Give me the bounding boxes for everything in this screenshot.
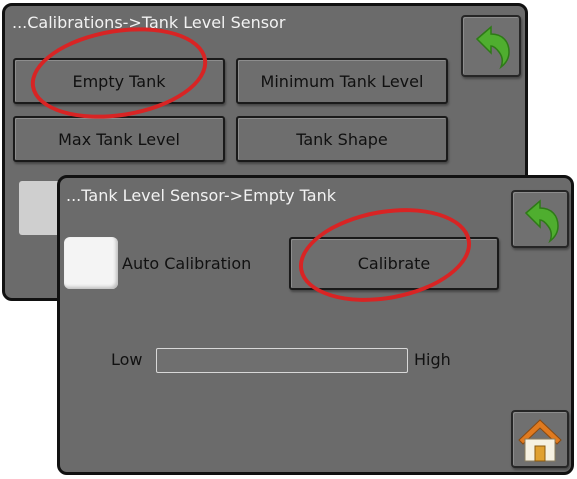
empty-tank-screen: ...Tank Level Sensor->Empty Tank Auto Ca… xyxy=(57,175,574,475)
calibrate-button[interactable]: Calibrate xyxy=(289,237,499,290)
breadcrumb: ...Calibrations->Tank Level Sensor xyxy=(12,13,286,32)
empty-tank-button[interactable]: Empty Tank xyxy=(13,58,225,104)
back-button[interactable] xyxy=(511,190,569,248)
bar-low-label: Low xyxy=(111,350,143,369)
minimum-tank-level-button[interactable]: Minimum Tank Level xyxy=(236,58,448,104)
auto-calibration-label: Auto Calibration xyxy=(122,254,252,273)
back-button[interactable] xyxy=(461,15,521,77)
tank-shape-button[interactable]: Tank Shape xyxy=(236,116,448,162)
tank-level-bar xyxy=(156,348,408,373)
home-icon xyxy=(518,419,562,462)
bar-high-label: High xyxy=(414,350,451,369)
home-button[interactable] xyxy=(511,410,569,468)
back-arrow-icon xyxy=(524,199,559,244)
max-tank-level-button[interactable]: Max Tank Level xyxy=(13,116,225,162)
breadcrumb: ...Tank Level Sensor->Empty Tank xyxy=(66,186,337,205)
back-arrow-icon xyxy=(475,25,510,70)
auto-calibration-checkbox[interactable] xyxy=(64,237,118,289)
